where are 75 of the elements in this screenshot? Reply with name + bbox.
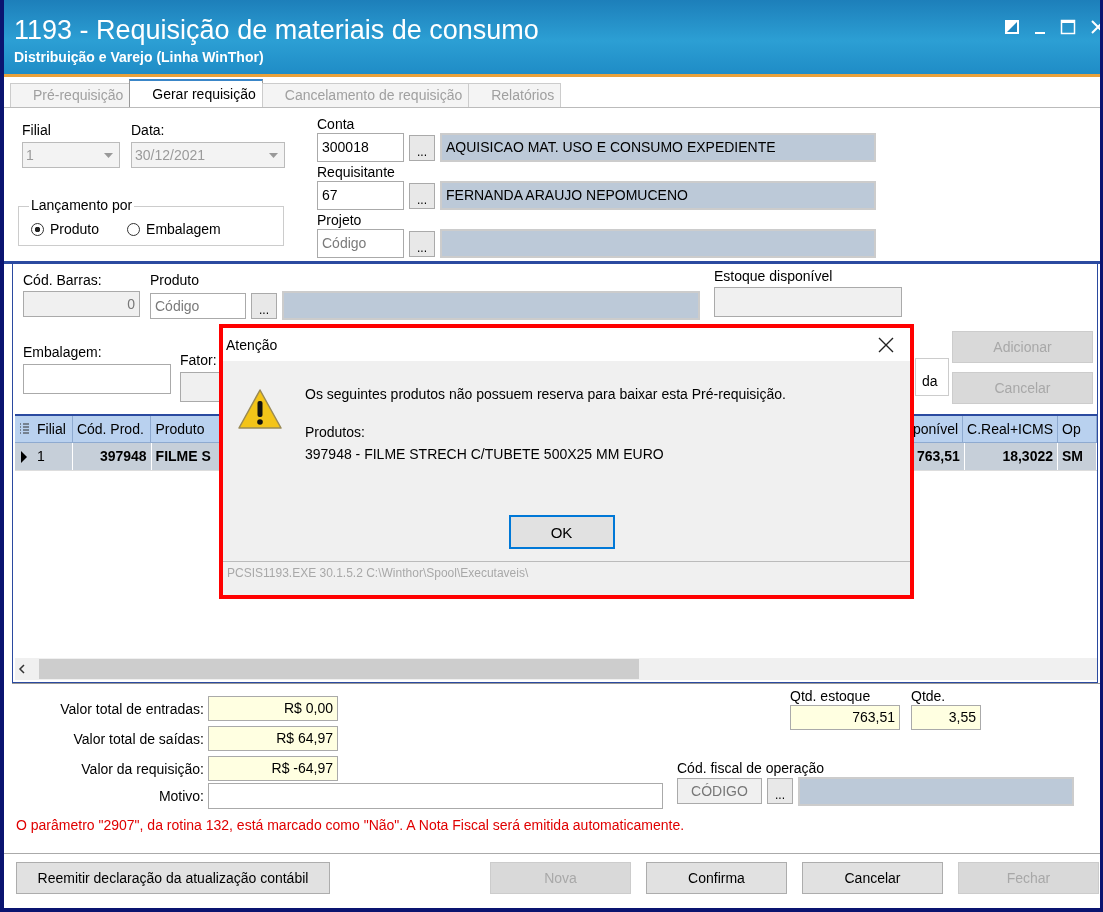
- ok-button[interactable]: OK: [508, 515, 615, 549]
- package-field[interactable]: [23, 364, 171, 394]
- code-field[interactable]: Código: [317, 229, 404, 258]
- product-line: 397948 - FILME STRECH C/TUBETE 500X25 MM EURO: [305, 445, 665, 464]
- lookup-button[interactable]: ...: [409, 230, 435, 257]
- reason-field[interactable]: [208, 783, 663, 809]
- dialog-title: Atenção: [226, 336, 278, 353]
- footer-button[interactable]: Cancelar: [802, 862, 943, 894]
- field-label: Embalagem:: [23, 344, 103, 361]
- radio-button[interactable]: [31, 222, 44, 236]
- radio-button[interactable]: [127, 222, 141, 236]
- restore-icon[interactable]: [1004, 19, 1020, 35]
- field-label: Cód. Barras:: [23, 272, 103, 289]
- field-label: Motivo:: [157, 788, 204, 804]
- field-label: Qtd. estoque: [790, 688, 872, 705]
- field-label: Requisitante: [317, 164, 396, 181]
- cfop-code-field[interactable]: CÓDIGO: [677, 778, 762, 804]
- field-label: Produto: [150, 272, 201, 289]
- lookup-button[interactable]: ...: [409, 182, 435, 209]
- description-field: AQUISICAO MAT. USO E CONSUMO EXPEDIENTE: [440, 133, 876, 162]
- radio-label: Produto: [50, 221, 100, 237]
- scrollbar-thumb[interactable]: [39, 659, 639, 679]
- tab[interactable]: Gerar requisição: [129, 79, 263, 107]
- table-cell: 397948: [72, 443, 152, 470]
- label-fragment: da: [921, 373, 938, 391]
- close-icon[interactable]: [878, 336, 894, 353]
- field-label: Qtde.: [911, 688, 947, 705]
- dialog-message: Os seguintes produtos não possuem reserva para baixar esta Pré-requisição.: [305, 385, 786, 404]
- radio-option[interactable]: Embalagem: [127, 221, 221, 237]
- field-label: Projeto: [317, 212, 363, 229]
- row-pointer-icon: [21, 450, 27, 463]
- code-field[interactable]: 300018: [317, 133, 404, 162]
- products-label: Produtos:: [305, 423, 366, 442]
- group-title: Lançamento por: [29, 197, 135, 213]
- horizontal-scrollbar[interactable]: [15, 658, 1097, 680]
- field-label: Estoque disponível: [714, 268, 834, 285]
- column-header[interactable]: Filial: [33, 416, 73, 442]
- window-subtitle: Distribuição e Varejo (Linha WinThor): [14, 49, 265, 65]
- column-header[interactable]: Cód. Prod.: [72, 416, 152, 442]
- footer-button[interactable]: Reemitir declaração da atualização contábil: [16, 862, 330, 894]
- table-cell: 1: [33, 443, 73, 470]
- stock-qty-field: 763,51: [790, 705, 900, 730]
- total-field: R$ 64,97: [208, 726, 338, 751]
- window-title: 1193 - Requisição de materiais de consumo: [14, 14, 539, 46]
- field-label: Conta: [317, 116, 356, 133]
- description-field: FERNANDA ARAUJO NEPOMUCENO: [440, 181, 876, 210]
- product-code-field[interactable]: Código: [150, 292, 246, 319]
- table-cell: 18,3022: [964, 443, 1058, 470]
- field-label: Valor total de saídas:: [72, 730, 204, 747]
- radio-label: Embalagem: [146, 221, 221, 237]
- field-label: Filial: [22, 122, 52, 139]
- column-header[interactable]: C.Real+ICMS: [963, 416, 1059, 442]
- table-cell: SM: [1058, 443, 1097, 470]
- field-label: Data:: [131, 122, 166, 139]
- warning-message: O parâmetro "2907", da rotina 132, está marcado como "Não". A Nota Fiscal será emitida automaticamente.: [16, 817, 686, 833]
- total-field: R$ -64,97: [208, 756, 338, 781]
- dialog-status: PCSIS1193.EXE 30.1.5.2 C:\Winthor\Spool\Executaveis\: [223, 561, 910, 584]
- lookup-button[interactable]: ...: [251, 292, 277, 319]
- field-label: Valor total de entradas:: [59, 700, 204, 717]
- field-label: Cód. fiscal de operação: [677, 759, 826, 777]
- caret-icon: [104, 152, 113, 158]
- barcode-field[interactable]: 0: [23, 291, 140, 317]
- warning-icon: [237, 388, 283, 430]
- footer-button[interactable]: Confirma: [646, 862, 787, 894]
- caret-icon: [269, 152, 278, 158]
- lookup-button[interactable]: ...: [409, 134, 435, 161]
- field-label: Valor da requisição:: [80, 760, 204, 777]
- qty-field: 3,55: [911, 705, 981, 730]
- code-field[interactable]: 67: [317, 181, 404, 210]
- total-field: R$ 0,00: [208, 696, 338, 721]
- field-label: Fator:: [180, 352, 218, 369]
- lookup-button[interactable]: ...: [767, 778, 793, 804]
- radio-option[interactable]: Produto: [31, 221, 100, 237]
- column-header[interactable]: Op: [1058, 416, 1097, 442]
- maximize-icon[interactable]: [1060, 19, 1076, 35]
